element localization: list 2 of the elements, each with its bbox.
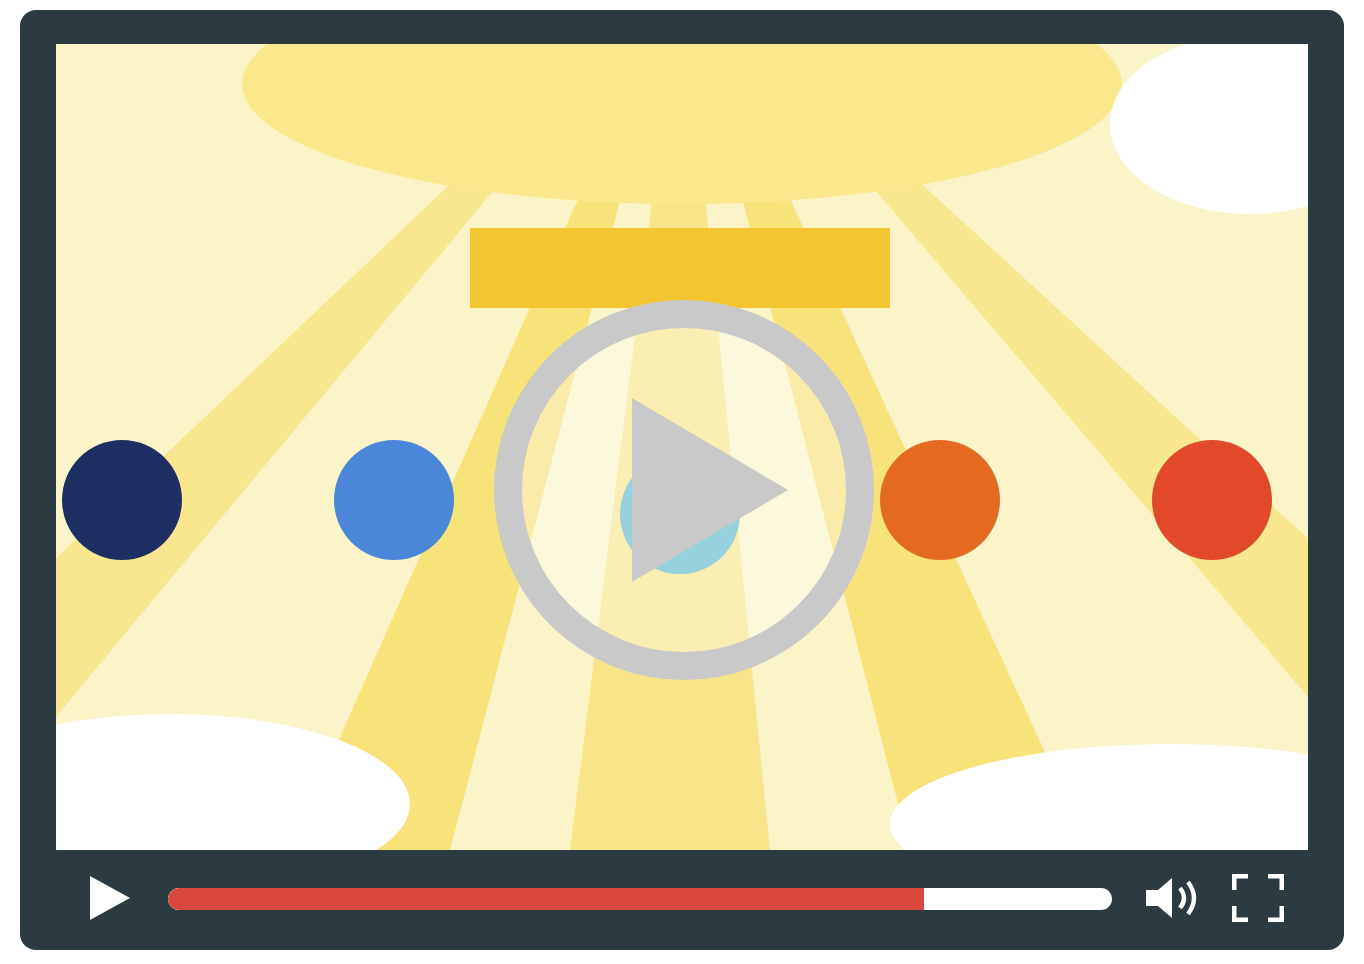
progress-bar[interactable] <box>168 887 1112 909</box>
fullscreen-icon[interactable] <box>1232 874 1284 922</box>
